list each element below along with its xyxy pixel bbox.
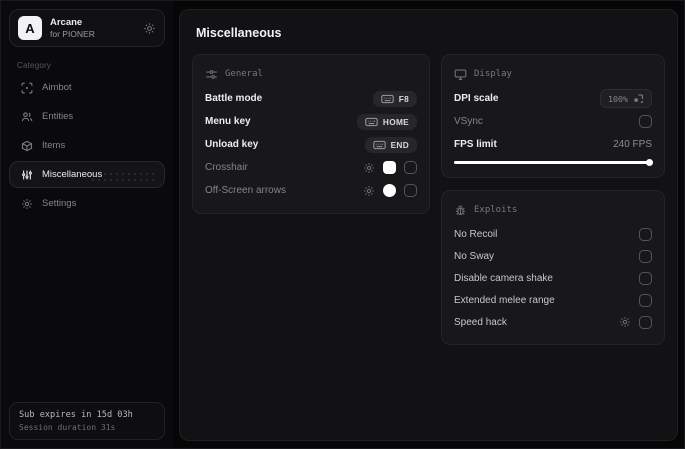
crosshair-label: Crosshair [205,162,248,173]
no-recoil-label: No Recoil [454,228,498,240]
sidebar-nav: Aimbot Entities Items Miscellaneous Sett… [9,74,165,217]
exploits-card: Exploits No Recoil No Sway Disable camer… [441,190,665,345]
menu-key-row: Menu key HOME [205,110,417,133]
sliders-icon [20,169,33,181]
scaling-icon [633,93,644,104]
category-label: Category [17,61,52,70]
general-card-title: General [225,69,263,79]
speed-hack-label: Speed hack [454,316,507,328]
slider-knob[interactable] [646,159,653,166]
app-logo: A [18,16,42,40]
speed-hack-checkbox[interactable] [639,315,652,329]
general-card: General Battle mode F8 Menu key HOME Unl… [192,54,430,214]
offscreen-arrows-label: Off-Screen arrows [205,185,286,196]
bug-icon [454,204,467,217]
sidebar-item-items[interactable]: Items [9,132,165,159]
extended-melee-range-checkbox[interactable] [639,293,652,307]
vsync-label: VSync [454,116,483,127]
sidebar-item-settings[interactable]: Settings [9,190,165,217]
menu-key-keybind[interactable]: HOME [356,113,417,130]
vsync-row: VSync [454,110,652,133]
display-card-header: Display [454,64,652,84]
speed-hack-row: Speed hack [454,311,652,333]
disable-camera-shake-row: Disable camera shake [454,267,652,289]
sidebar-item-entities[interactable]: Entities [9,103,165,130]
dpi-scale-select[interactable]: 100% [600,89,652,108]
monitor-icon [454,68,467,81]
extended-melee-range-label: Extended melee range [454,294,555,306]
app-subtitle: for PIONER [50,28,95,39]
battle-mode-keybind[interactable]: F8 [372,90,417,107]
fps-limit-value: 240 FPS [613,139,652,150]
disable-camera-shake-checkbox[interactable] [639,271,652,285]
battle-mode-label: Battle mode [205,93,263,104]
fps-limit-row: FPS limit 240 FPS [454,133,652,156]
unload-key-keybind[interactable]: END [364,136,417,153]
crosshair-row: Crosshair [205,156,417,179]
dpi-scale-row: DPI scale 100% [454,87,652,110]
sidebar-item-label: Entities [42,111,74,122]
sidebar-item-label: Aimbot [42,82,72,93]
sidebar-item-label: Settings [42,198,77,209]
unload-key-key: END [390,139,409,150]
sidebar-item-label: Items [42,140,66,151]
menu-key-key: HOME [382,116,409,127]
offscreen-arrows-checkbox[interactable] [404,184,417,197]
keyboard-icon [380,94,394,104]
app-window: A Arcane for PIONER Category Aimbot Enti… [0,0,685,449]
page-title: Miscellaneous [196,26,282,40]
no-recoil-checkbox[interactable] [639,227,652,241]
offscreen-arrows-row: Off-Screen arrows [205,179,417,202]
unload-key-row: Unload key END [205,133,417,156]
keyboard-icon [365,117,378,127]
crosshair-checkbox[interactable] [404,161,417,174]
box-icon [20,140,33,152]
no-sway-row: No Sway [454,245,652,267]
sliders-horizontal-icon [205,68,218,81]
vsync-checkbox[interactable] [639,115,652,128]
subscription-info: Sub expires in 15d 03h Session duration … [9,402,165,440]
sidebar-item-label: Miscellaneous [42,169,103,180]
unload-key-label: Unload key [205,139,259,150]
sidebar-item-miscellaneous[interactable]: Miscellaneous [9,161,165,188]
gear-icon[interactable] [619,316,631,328]
sidebar-item-aimbot[interactable]: Aimbot [9,74,165,101]
app-name: Arcane [50,16,83,28]
disable-camera-shake-label: Disable camera shake [454,272,553,284]
fps-limit-label: FPS limit [454,139,497,150]
sub-expiry-text: Sub expires in 15d 03h [19,410,133,420]
users-icon [20,111,33,123]
brand-text: Arcane for PIONER [50,17,135,40]
extended-melee-range-row: Extended melee range [454,289,652,311]
dpi-scale-label: DPI scale [454,93,499,104]
brand-card: A Arcane for PIONER [9,9,165,47]
menu-key-label: Menu key [205,116,251,127]
display-card: Display DPI scale 100% VSync FPS limit 2… [441,54,665,178]
no-sway-label: No Sway [454,250,495,262]
no-sway-checkbox[interactable] [639,249,652,263]
session-duration-text: Session duration 31s [19,423,116,432]
sidebar: A Arcane for PIONER Category Aimbot Enti… [1,1,173,448]
exploits-card-header: Exploits [454,200,652,220]
exploits-card-title: Exploits [474,205,518,215]
gear-icon [20,198,33,210]
slider-fill [454,161,652,164]
display-card-title: Display [474,69,512,79]
gear-icon[interactable] [143,22,156,35]
keyboard-icon [372,140,386,150]
gear-icon[interactable] [363,185,375,197]
gear-icon[interactable] [363,162,375,174]
battle-mode-key: F8 [398,93,409,104]
no-recoil-row: No Recoil [454,223,652,245]
battle-mode-row: Battle mode F8 [205,87,417,110]
crosshair-color-swatch[interactable] [383,161,396,174]
scan-icon [20,82,33,94]
main-panel: Miscellaneous General Battle mode F8 Men… [179,9,678,441]
offscreen-arrows-color-swatch[interactable] [383,184,396,197]
fps-limit-slider[interactable] [454,158,653,166]
dpi-scale-value: 100% [608,93,628,104]
general-card-header: General [205,64,417,84]
